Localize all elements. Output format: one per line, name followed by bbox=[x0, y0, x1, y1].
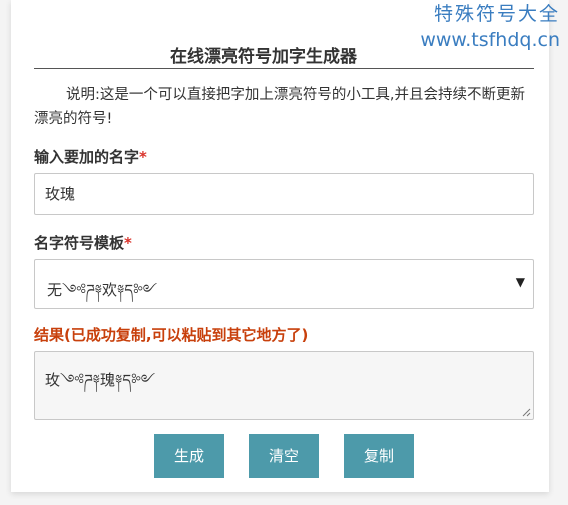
generate-button[interactable]: 生成 bbox=[154, 434, 224, 478]
clear-button[interactable]: 清空 bbox=[249, 434, 319, 478]
site-watermark: 特殊符号大全 www.tsfhdq.cn bbox=[420, 2, 560, 52]
template-select-value: 无༺ཌ༈欢༈ད༻ bbox=[47, 281, 158, 299]
result-textarea[interactable]: 玫༺ཌ༈瑰༈ད༻ bbox=[34, 351, 534, 420]
result-text: 玫༺ཌ༈瑰༈ད༻ bbox=[45, 371, 156, 389]
description-text: 说明:这是一个可以直接把字加上漂亮符号的小工具,并且会持续不断更新漂亮的符号! bbox=[34, 87, 525, 127]
title-divider bbox=[34, 68, 534, 69]
dropdown-arrow-icon: ▼ bbox=[515, 275, 525, 289]
template-field-label: 名字符号模板* bbox=[34, 232, 132, 253]
result-label: 结果(已成功复制,可以粘贴到其它地方了) bbox=[34, 326, 309, 344]
required-mark: * bbox=[139, 148, 147, 166]
watermark-title: 特殊符号大全 bbox=[433, 3, 560, 25]
name-input-value: 玫瑰 bbox=[45, 185, 76, 203]
template-label-text: 名字符号模板 bbox=[34, 234, 125, 252]
name-input[interactable]: 玫瑰 bbox=[34, 173, 534, 215]
watermark-url: www.tsfhdq.cn bbox=[420, 29, 560, 51]
page-title: 在线漂亮符号加字生成器 bbox=[170, 47, 357, 67]
template-select[interactable]: 无༺ཌ༈欢༈ད༻ ▼ bbox=[34, 259, 534, 309]
copy-button[interactable]: 复制 bbox=[344, 434, 414, 478]
name-label-text: 输入要加的名字 bbox=[34, 148, 140, 166]
resize-grip-icon[interactable] bbox=[522, 408, 531, 417]
name-field-label: 输入要加的名字* bbox=[34, 146, 147, 167]
required-mark: * bbox=[124, 234, 132, 252]
